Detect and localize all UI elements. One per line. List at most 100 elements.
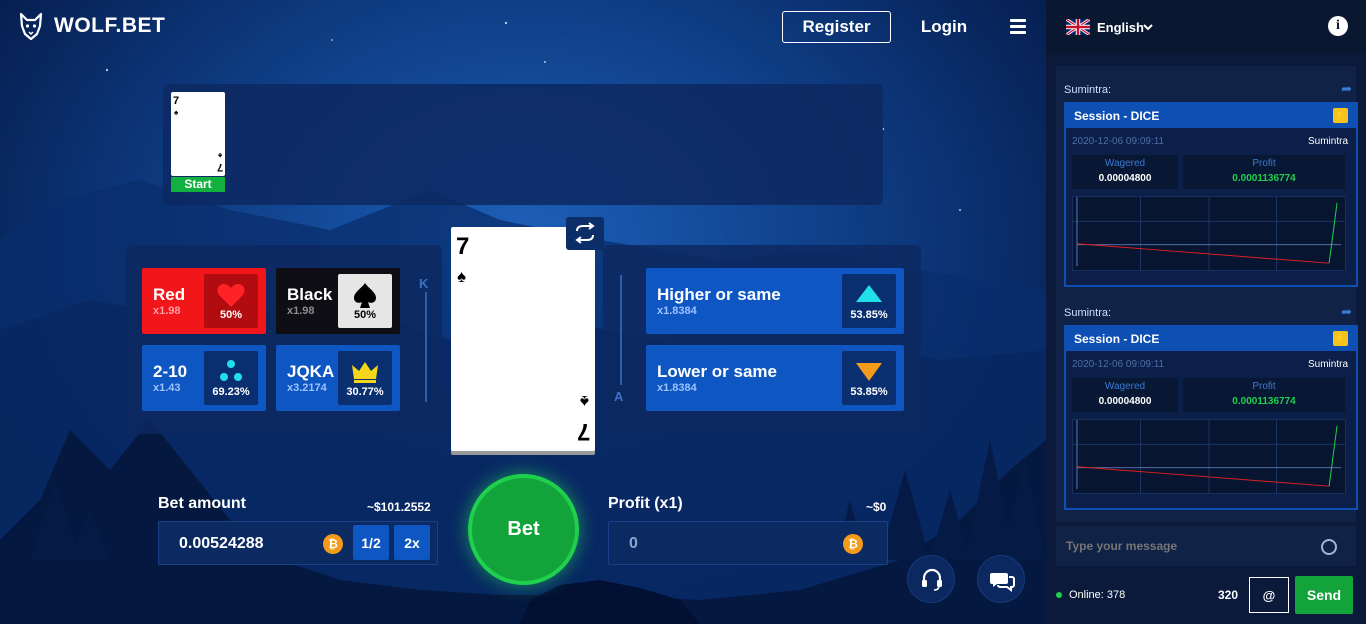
bitcoin-icon: ₿ (323, 534, 343, 554)
jqka-option[interactable]: JQKA x3.2174 30.77% (276, 345, 400, 411)
option-name: 2-10 (153, 362, 188, 381)
card-rank: 7 (456, 233, 470, 260)
profit-value: 0.0001136774 (1232, 396, 1296, 407)
scale-bottom-label: A (614, 389, 624, 404)
share-icon[interactable]: ➦ (1341, 304, 1352, 320)
skip-card-button[interactable] (566, 217, 604, 250)
profit-value: 0 (629, 535, 638, 552)
profit-usd-value: ~$0 (866, 500, 887, 514)
language-selector[interactable]: English (1097, 20, 1144, 35)
register-button[interactable]: Register (782, 11, 891, 43)
sidebar-header: English i (1046, 0, 1366, 54)
option-multiplier: x1.98 (153, 305, 181, 317)
session-profit-chart (1072, 419, 1346, 494)
chat-bubbles-icon (990, 573, 1015, 592)
profit-label: Profit (1252, 381, 1276, 392)
crown-tile: 30.77% (338, 351, 392, 405)
scale-up-arrow (425, 292, 427, 402)
bitcoin-icon: ₿ (843, 534, 863, 554)
chat-feed: Sumintra: ➦ Session - DICE ⚡ 2020-12-06 … (1056, 66, 1358, 522)
login-button[interactable]: Login (912, 11, 976, 43)
headset-icon (922, 568, 942, 591)
spade-icon: ♠ (174, 108, 179, 117)
history-card-rank: 7 (173, 95, 180, 107)
option-name: Black (287, 285, 333, 304)
lightning-icon: ⚡ (1333, 108, 1348, 123)
game-area: WOLF.BET Register Login 7 ♠ ♠ 7 Start Re… (0, 0, 1046, 624)
option-multiplier: x1.98 (287, 305, 315, 317)
option-probability: 30.77% (346, 386, 384, 398)
option-probability: 69.23% (212, 386, 250, 398)
session-date: 2020-12-06 09:09:11 (1072, 136, 1165, 147)
share-icon[interactable]: ➦ (1341, 81, 1352, 97)
card-history-panel (163, 84, 883, 205)
emoji-icon[interactable] (1321, 539, 1337, 555)
bet-button[interactable]: Bet (468, 474, 579, 585)
spade-icon: ♠ (579, 392, 589, 411)
info-icon[interactable]: i (1328, 16, 1348, 36)
profit-box: Profit 0.0001136774 (1183, 155, 1345, 189)
chevron-down-icon[interactable] (1142, 21, 1154, 33)
session-user: Sumintra (1307, 359, 1348, 370)
bet-amount-value: 0.00524288 (179, 535, 264, 552)
option-multiplier: x1.43 (153, 382, 181, 394)
spade-tile: 50% (338, 274, 392, 328)
chat-message-input[interactable] (1056, 526, 1356, 566)
wagered-label: Wagered (1104, 158, 1146, 169)
wolf-logo-icon (19, 12, 43, 40)
history-start-label: Start (171, 177, 225, 192)
double-bet-button[interactable]: 2x (394, 525, 430, 560)
option-multiplier: x1.8384 (657, 382, 697, 394)
session-card-header: Session - DICE ⚡ (1066, 327, 1356, 351)
option-name: Lower or same (657, 362, 777, 381)
wagered-box: Wagered 0.00004800 (1072, 155, 1178, 189)
spade-icon: ♠ (457, 267, 467, 286)
card-rank-bottom: 7 (576, 418, 590, 445)
char-counter: 320 (1218, 588, 1239, 602)
session-card-header: Session - DICE ⚡ (1066, 104, 1356, 128)
dots-tile: 69.23% (204, 351, 258, 405)
swap-icon (575, 222, 595, 244)
black-option[interactable]: Black x1.98 50% (276, 268, 400, 334)
wagered-box: Wagered 0.00004800 (1072, 378, 1178, 412)
session-card[interactable]: Session - DICE ⚡ 2020-12-06 09:09:11 Sum… (1064, 325, 1358, 510)
option-probability: 50% (219, 309, 243, 321)
history-card-rank-bottom: 7 (216, 161, 223, 173)
option-name: Red (153, 285, 186, 304)
support-button[interactable] (907, 555, 955, 603)
option-name: Higher or same (657, 285, 781, 304)
spade-icon: ♠ (217, 151, 222, 160)
mention-button[interactable]: @ (1249, 577, 1289, 613)
red-option[interactable]: Red x1.98 50% (142, 268, 266, 334)
scale-down-arrow (620, 275, 622, 385)
online-status-dot (1056, 592, 1062, 598)
session-title: Session - DICE (1074, 109, 1160, 123)
top-bar: WOLF.BET Register Login (0, 0, 1046, 56)
lower-or-same-option[interactable]: Lower or same x1.8384 53.85% (646, 345, 904, 411)
logo[interactable]: WOLF.BET (18, 12, 165, 40)
heart-icon (217, 284, 245, 307)
option-multiplier: x3.2174 (287, 382, 327, 394)
current-card: 7 ♠ ♠ 7 (451, 227, 595, 451)
lightning-icon: ⚡ (1333, 331, 1348, 346)
wagered-label: Wagered (1104, 381, 1146, 392)
session-profit-chart (1072, 196, 1346, 271)
online-count: Online: 378 (1069, 589, 1126, 601)
higher-or-same-option[interactable]: Higher or same x1.8384 53.85% (646, 268, 904, 334)
session-card[interactable]: Session - DICE ⚡ 2020-12-06 09:09:11 Sum… (1064, 102, 1358, 287)
crown-icon (352, 362, 378, 383)
hamburger-menu-icon[interactable] (1010, 19, 1026, 34)
chat-sidebar: English i Sumintra: ➦ Session - DICE ⚡ 2… (1046, 0, 1366, 624)
range-2-10-option[interactable]: 2-10 x1.43 69.23% (142, 345, 266, 411)
wagered-value: 0.00004800 (1098, 396, 1152, 407)
chat-toggle-button[interactable] (977, 555, 1025, 603)
option-probability: 53.85% (850, 386, 888, 398)
profit-box: Profit 0.0001136774 (1183, 378, 1345, 412)
profit-value: 0.0001136774 (1232, 173, 1296, 184)
heart-tile: 50% (204, 274, 258, 328)
session-user: Sumintra (1307, 136, 1348, 147)
send-button[interactable]: Send (1295, 576, 1353, 614)
half-bet-button[interactable]: 1/2 (353, 525, 389, 560)
up-triangle-tile: 53.85% (842, 274, 896, 328)
profit-input[interactable]: 0 ₿ (608, 521, 888, 565)
